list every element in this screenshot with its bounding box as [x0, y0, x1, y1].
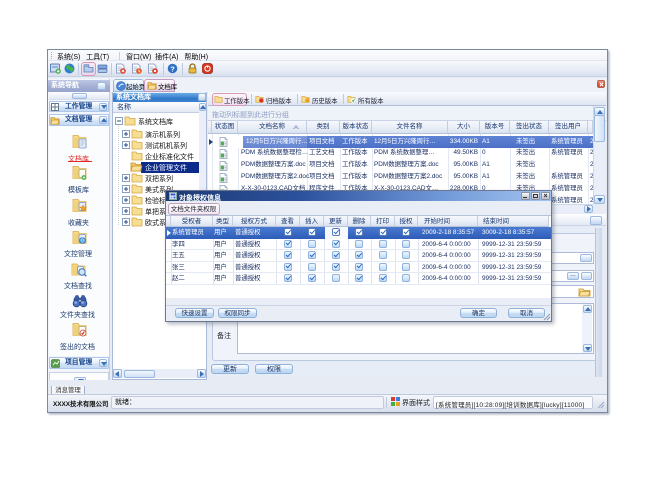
svg-text:?: ?: [170, 64, 175, 73]
